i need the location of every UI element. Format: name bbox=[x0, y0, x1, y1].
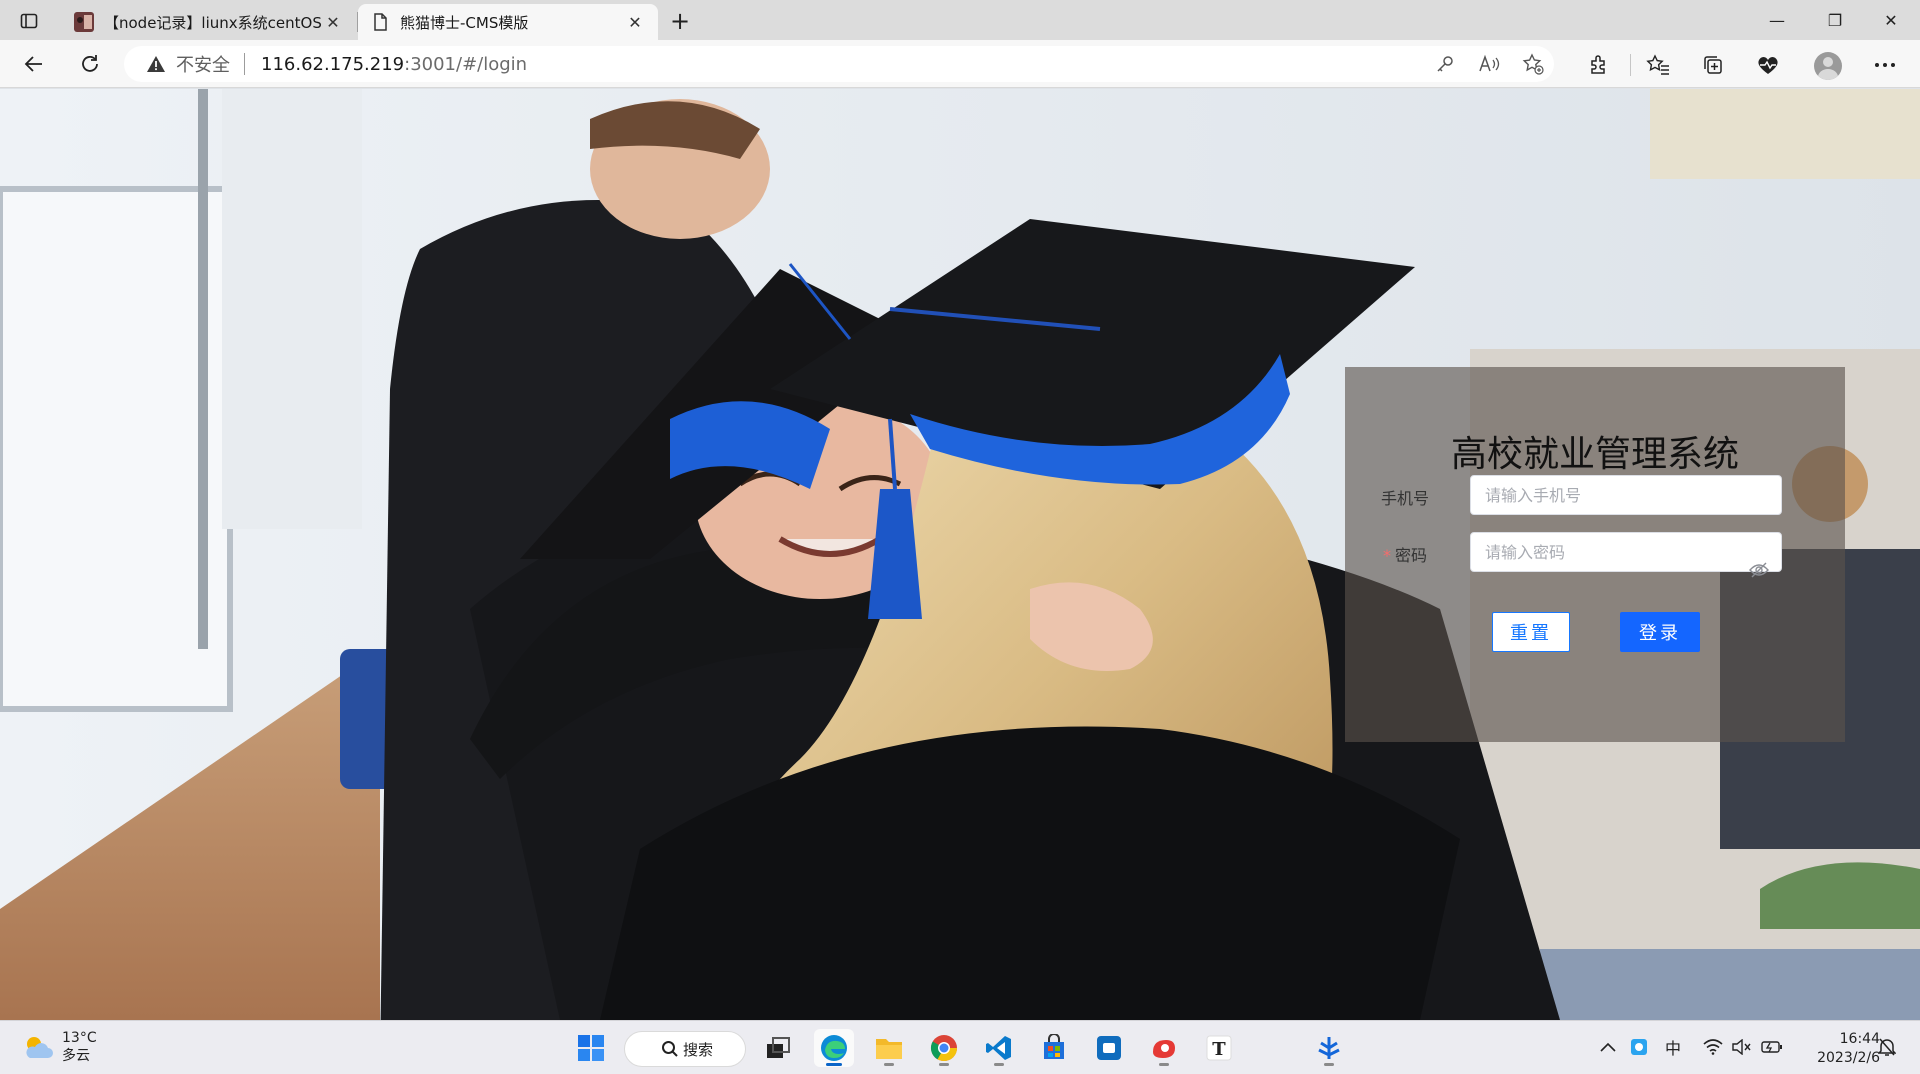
weather-condition: 多云 bbox=[62, 1048, 90, 1064]
password-label: * 密码 bbox=[1383, 542, 1427, 566]
ime-indicator[interactable]: 中 bbox=[1660, 1035, 1686, 1059]
show-hidden-icons[interactable] bbox=[1598, 1035, 1618, 1059]
system-title: 高校就业管理系统 bbox=[1450, 434, 1739, 475]
chrome-icon bbox=[930, 1035, 958, 1062]
favorites-icon[interactable] bbox=[1645, 52, 1671, 78]
weather-temp: 13°C bbox=[62, 1030, 97, 1046]
battery-icon[interactable] bbox=[1760, 1035, 1784, 1059]
vscode-icon bbox=[986, 1036, 1011, 1060]
tray-app-icon bbox=[1631, 1039, 1647, 1055]
tab-strip: 【node记录】liunx系统centOS安 ✕ 熊猫博士-CMS模版 ✕ + … bbox=[0, 0, 1920, 40]
running-indicator bbox=[884, 1063, 894, 1066]
feishu-icon bbox=[1318, 1037, 1340, 1059]
address-bar[interactable]: 不安全 116.62.175.219:3001/#/login bbox=[124, 46, 1554, 82]
browser-toolbar: 不安全 116.62.175.219:3001/#/login bbox=[0, 40, 1920, 88]
reload-button[interactable] bbox=[72, 48, 108, 80]
taskbar-feishu[interactable] bbox=[1309, 1029, 1349, 1067]
store-icon bbox=[1044, 1034, 1064, 1059]
tab-favicon-icon bbox=[74, 12, 94, 32]
folder-icon bbox=[876, 1039, 902, 1059]
search-label: 搜索 bbox=[683, 1040, 714, 1059]
task-view-icon bbox=[767, 1037, 790, 1058]
browser-essentials-icon[interactable] bbox=[1755, 52, 1781, 78]
phone-label: 手机号 bbox=[1381, 485, 1429, 509]
security-status[interactable]: 不安全 bbox=[176, 51, 230, 77]
add-favorite-icon[interactable] bbox=[1522, 53, 1544, 75]
profile-avatar[interactable] bbox=[1814, 52, 1842, 80]
url-host: 116.62.175.219 bbox=[261, 53, 405, 75]
taskbar-chrome[interactable] bbox=[924, 1029, 964, 1067]
wifi-icon[interactable] bbox=[1702, 1035, 1724, 1059]
taskbar-store[interactable] bbox=[1034, 1029, 1074, 1067]
taskbar-typora[interactable]: T bbox=[1199, 1029, 1239, 1067]
notification-bell-icon[interactable] bbox=[1877, 1037, 1897, 1061]
windows-logo-icon bbox=[578, 1035, 604, 1061]
taskbar-search[interactable]: 搜索 bbox=[624, 1031, 746, 1067]
tab-cms-template[interactable]: 熊猫博士-CMS模版 ✕ bbox=[358, 4, 658, 40]
edge-icon bbox=[821, 1035, 847, 1061]
tab-title: 熊猫博士-CMS模版 bbox=[400, 13, 529, 32]
taskbar-file-explorer[interactable] bbox=[869, 1029, 909, 1067]
extensions-icon[interactable] bbox=[1586, 52, 1612, 78]
speaker-muted-icon[interactable] bbox=[1730, 1035, 1752, 1059]
phone-input[interactable] bbox=[1470, 475, 1782, 515]
taskbar-todo[interactable] bbox=[1089, 1029, 1129, 1067]
warning-icon bbox=[147, 56, 165, 72]
running-indicator bbox=[1159, 1063, 1169, 1066]
back-arrow-icon bbox=[24, 56, 42, 72]
tab-actions-icon[interactable] bbox=[14, 8, 44, 34]
tab-node-notes[interactable]: 【node记录】liunx系统centOS安 ✕ bbox=[62, 4, 356, 40]
clock-time: 16:44 bbox=[1839, 1031, 1880, 1047]
taskbar-snipaste[interactable] bbox=[1144, 1029, 1184, 1067]
partly-cloudy-icon bbox=[26, 1037, 53, 1058]
taskbar: 13°C 多云 搜索 T 中 16:44 2023/2/6 bbox=[0, 1020, 1920, 1074]
back-button[interactable] bbox=[16, 48, 52, 80]
tab-close-icon[interactable]: ✕ bbox=[624, 11, 646, 33]
toolbar-divider bbox=[1630, 54, 1631, 76]
tray-app[interactable] bbox=[1628, 1035, 1650, 1059]
tab-close-icon[interactable]: ✕ bbox=[322, 11, 344, 33]
reload-icon bbox=[82, 55, 98, 72]
read-aloud-icon[interactable] bbox=[1478, 53, 1500, 75]
page-viewport: 高校就业管理系统 手机号 *密码 重置 登录 bbox=[0, 89, 1920, 1020]
collections-icon[interactable] bbox=[1700, 52, 1726, 78]
start-button[interactable] bbox=[571, 1029, 611, 1067]
svg-text:T: T bbox=[1212, 1039, 1226, 1060]
todo-icon bbox=[1097, 1036, 1121, 1060]
running-indicator bbox=[994, 1063, 1004, 1066]
search-icon bbox=[662, 1041, 678, 1057]
phone-label-text: 手机号 bbox=[1381, 489, 1430, 508]
typora-icon: T bbox=[1206, 1035, 1232, 1061]
snipaste-icon bbox=[1153, 1040, 1175, 1058]
url-path: :3001/#/login bbox=[404, 53, 528, 75]
address-divider bbox=[244, 53, 245, 75]
minimize-button[interactable]: — bbox=[1748, 0, 1806, 40]
active-indicator bbox=[826, 1063, 842, 1066]
task-view-button[interactable] bbox=[758, 1029, 798, 1067]
more-menu-icon[interactable] bbox=[1872, 52, 1898, 78]
login-panel: 高校就业管理系统 手机号 *密码 重置 登录 bbox=[1345, 367, 1845, 742]
new-tab-button[interactable]: + bbox=[664, 6, 696, 36]
required-mark: * bbox=[1383, 546, 1391, 565]
close-window-button[interactable]: ✕ bbox=[1862, 0, 1920, 40]
eye-off-icon[interactable] bbox=[1748, 559, 1770, 581]
running-indicator bbox=[939, 1063, 949, 1066]
maximize-button[interactable]: ❐ bbox=[1806, 0, 1864, 40]
chevron-up-icon bbox=[1600, 1042, 1616, 1052]
password-label-text: 密码 bbox=[1395, 546, 1428, 565]
taskbar-edge[interactable] bbox=[814, 1029, 854, 1067]
taskbar-vscode[interactable] bbox=[979, 1029, 1019, 1067]
system-clock[interactable]: 16:44 2023/2/6 bbox=[1798, 1030, 1880, 1068]
reset-button[interactable]: 重置 bbox=[1492, 612, 1570, 652]
key-icon[interactable] bbox=[1434, 53, 1456, 75]
clock-date: 2023/2/6 bbox=[1817, 1050, 1880, 1066]
weather-widget[interactable]: 13°C 多云 bbox=[22, 1029, 97, 1065]
password-input[interactable] bbox=[1470, 532, 1782, 572]
running-indicator bbox=[1324, 1063, 1334, 1066]
tab-title: 【node记录】liunx系统centOS安 bbox=[104, 13, 322, 32]
login-button[interactable]: 登录 bbox=[1620, 612, 1700, 652]
page-icon bbox=[374, 13, 387, 31]
